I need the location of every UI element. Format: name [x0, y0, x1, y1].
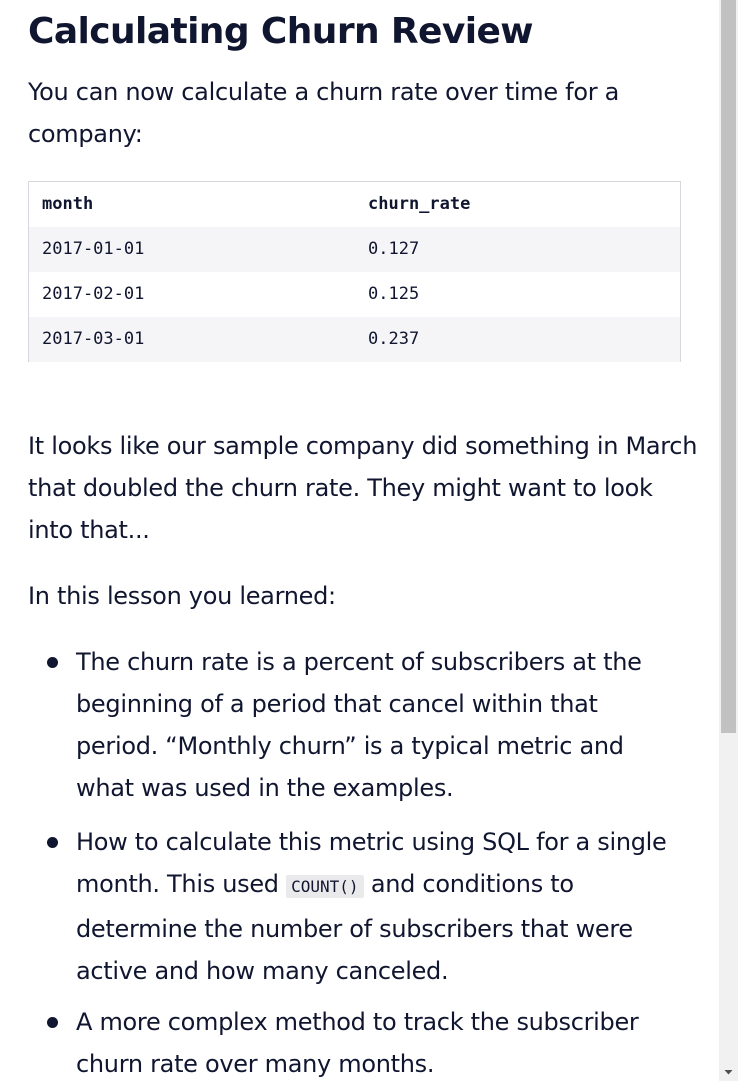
list-item: A more complex method to track the subsc… — [47, 1001, 686, 1081]
table-row: 2017-02-01 0.125 — [29, 272, 680, 317]
table-cell-month: 2017-02-01 — [42, 284, 145, 304]
bullet-dot-icon — [47, 657, 58, 668]
list-item-text: The churn rate is a percent of subscribe… — [76, 648, 642, 802]
table-row: 2017-03-01 0.237 — [29, 317, 680, 362]
table-cell-churn-rate: 0.237 — [368, 329, 420, 349]
intro-paragraph: You can now calculate a churn rate over … — [28, 78, 620, 148]
scroll-down-arrow-icon[interactable] — [719, 1063, 738, 1081]
list-item-text: A more complex method to track the subsc… — [76, 1008, 639, 1078]
inline-code: COUNT() — [286, 875, 364, 898]
table-cell-month: 2017-01-01 — [42, 239, 145, 259]
table-header-month: month — [42, 194, 94, 214]
table-row: 2017-01-01 0.127 — [29, 227, 680, 272]
table-header-churn-rate: churn_rate — [368, 194, 471, 214]
page-title: Calculating Churn Review — [28, 11, 534, 52]
bullet-dot-icon — [47, 1017, 58, 1028]
table-cell-month: 2017-03-01 — [42, 329, 145, 349]
observation-paragraph: It looks like our sample company did som… — [28, 432, 698, 544]
table-header-row: month churn_rate — [29, 182, 680, 227]
learned-intro-paragraph: In this lesson you learned: — [28, 582, 336, 610]
list-item: How to calculate this metric using SQL f… — [47, 821, 686, 992]
list-item: The churn rate is a percent of subscribe… — [47, 641, 686, 809]
lesson-content: Calculating Churn Review You can now cal… — [0, 0, 719, 1081]
table-cell-churn-rate: 0.127 — [368, 239, 420, 259]
table-cell-churn-rate: 0.125 — [368, 284, 420, 304]
scrollbar-thumb[interactable] — [721, 0, 736, 733]
churn-rate-table: month churn_rate 2017-01-01 0.127 2017-0… — [28, 181, 681, 362]
bullet-dot-icon — [47, 837, 58, 848]
vertical-scrollbar[interactable] — [719, 0, 738, 1081]
